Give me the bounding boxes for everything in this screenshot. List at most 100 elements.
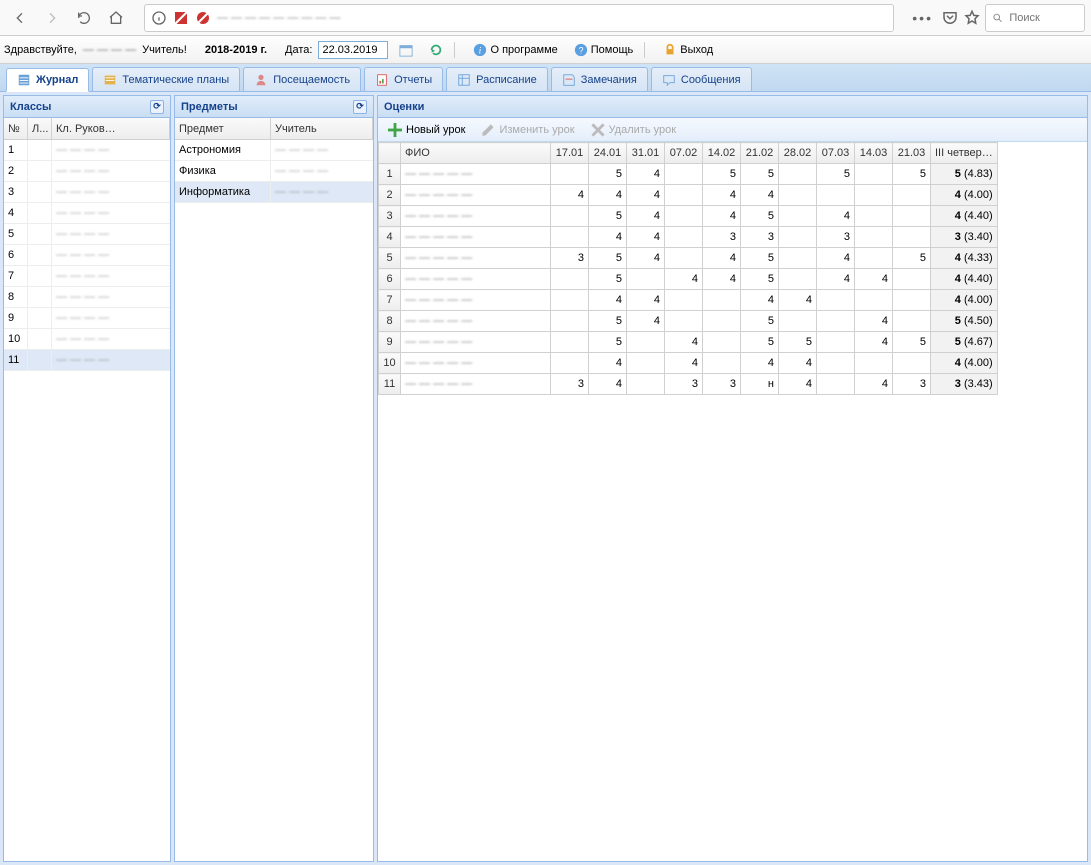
grade-cell[interactable]: 5	[589, 206, 627, 227]
tab-2[interactable]: Посещаемость	[243, 67, 361, 91]
grade-cell[interactable]: 3	[741, 227, 779, 248]
grade-row[interactable]: 6— — — — —5445444 (4.40)	[379, 269, 998, 290]
date-picker-button[interactable]	[394, 40, 418, 60]
subject-row[interactable]: Астрономия— — — —	[175, 140, 373, 161]
grade-cell[interactable]	[627, 332, 665, 353]
class-row[interactable]: 9— — — —	[4, 308, 170, 329]
grade-cell[interactable]	[893, 227, 931, 248]
grade-cell[interactable]: 5	[741, 332, 779, 353]
class-row[interactable]: 5— — — —	[4, 224, 170, 245]
grade-cell[interactable]	[551, 332, 589, 353]
grade-cell[interactable]: 4	[589, 185, 627, 206]
subject-row[interactable]: Физика— — — —	[175, 161, 373, 182]
grade-cell[interactable]	[551, 227, 589, 248]
col-date[interactable]: 07.03	[817, 143, 855, 164]
grade-cell[interactable]: 3	[703, 374, 741, 395]
col-date[interactable]: 28.02	[779, 143, 817, 164]
grade-cell[interactable]: 5	[893, 332, 931, 353]
tab-0[interactable]: Журнал	[6, 68, 89, 92]
grade-cell[interactable]	[551, 269, 589, 290]
new-lesson-button[interactable]: Новый урок	[384, 121, 469, 139]
grade-row[interactable]: 2— — — — —444444 (4.00)	[379, 185, 998, 206]
home-button[interactable]	[102, 4, 130, 32]
col-date[interactable]: 14.03	[855, 143, 893, 164]
col-number[interactable]: №	[4, 118, 28, 139]
grade-cell[interactable]	[893, 185, 931, 206]
grade-cell[interactable]: 4	[703, 185, 741, 206]
grade-cell[interactable]	[855, 164, 893, 185]
grade-cell[interactable]: 4	[627, 227, 665, 248]
grade-cell[interactable]	[817, 185, 855, 206]
grade-cell[interactable]: 4	[741, 185, 779, 206]
grade-cell[interactable]: 4	[627, 185, 665, 206]
grades-table-wrap[interactable]: ФИО17.0124.0131.0107.0214.0221.0228.0207…	[378, 142, 1087, 861]
grade-cell[interactable]	[779, 311, 817, 332]
grade-cell[interactable]: 5	[779, 332, 817, 353]
help-button[interactable]: ? Помощь	[569, 40, 639, 60]
grade-cell[interactable]: 3	[551, 248, 589, 269]
grade-cell[interactable]	[855, 206, 893, 227]
about-button[interactable]: i О программе	[468, 40, 562, 60]
col-date[interactable]: 17.01	[551, 143, 589, 164]
grade-cell[interactable]	[551, 353, 589, 374]
grade-cell[interactable]	[779, 269, 817, 290]
subject-row[interactable]: Информатика— — — —	[175, 182, 373, 203]
tab-6[interactable]: Сообщения	[651, 67, 752, 91]
grade-cell[interactable]	[893, 311, 931, 332]
grade-cell[interactable]	[855, 248, 893, 269]
grade-cell[interactable]	[665, 227, 703, 248]
grade-row[interactable]: 7— — — — —44444 (4.00)	[379, 290, 998, 311]
browser-search-box[interactable]	[985, 4, 1085, 32]
grade-cell[interactable]	[779, 227, 817, 248]
col-fio[interactable]: ФИО	[401, 143, 551, 164]
grade-cell[interactable]: 4	[589, 353, 627, 374]
grade-cell[interactable]: 4	[703, 206, 741, 227]
grade-cell[interactable]	[817, 332, 855, 353]
grade-cell[interactable]: 5	[589, 248, 627, 269]
grade-row[interactable]: 5— — — — —35445454 (4.33)	[379, 248, 998, 269]
col-teacher[interactable]: Кл. Руков…	[52, 118, 170, 139]
grade-cell[interactable]: 5	[589, 311, 627, 332]
col-date[interactable]: 14.02	[703, 143, 741, 164]
grade-cell[interactable]: 5	[817, 164, 855, 185]
grade-cell[interactable]: 3	[551, 374, 589, 395]
grade-cell[interactable]	[855, 185, 893, 206]
col-date[interactable]: 07.02	[665, 143, 703, 164]
grade-cell[interactable]	[779, 164, 817, 185]
grade-row[interactable]: 1— — — — —5455555 (4.83)	[379, 164, 998, 185]
grade-cell[interactable]: 4	[703, 248, 741, 269]
grade-cell[interactable]	[817, 311, 855, 332]
class-row[interactable]: 8— — — —	[4, 287, 170, 308]
grade-cell[interactable]	[665, 311, 703, 332]
grade-cell[interactable]: 4	[741, 353, 779, 374]
grade-cell[interactable]	[893, 353, 931, 374]
grade-cell[interactable]: 5	[893, 164, 931, 185]
grade-cell[interactable]: 4	[779, 374, 817, 395]
grade-cell[interactable]	[551, 164, 589, 185]
grade-cell[interactable]	[779, 185, 817, 206]
grade-cell[interactable]: 5	[741, 164, 779, 185]
grade-cell[interactable]: 4	[551, 185, 589, 206]
grade-cell[interactable]	[855, 290, 893, 311]
class-row[interactable]: 6— — — —	[4, 245, 170, 266]
browser-search-input[interactable]	[1007, 11, 1078, 25]
grade-cell[interactable]: 3	[893, 374, 931, 395]
back-button[interactable]	[6, 4, 34, 32]
grade-cell[interactable]: 4	[627, 206, 665, 227]
grade-cell[interactable]: 4	[855, 269, 893, 290]
grade-cell[interactable]: 4	[589, 374, 627, 395]
grade-cell[interactable]	[703, 353, 741, 374]
class-row[interactable]: 2— — — —	[4, 161, 170, 182]
grade-cell[interactable]: 4	[855, 332, 893, 353]
grade-cell[interactable]: 5	[703, 164, 741, 185]
reload-button[interactable]	[70, 4, 98, 32]
grade-cell[interactable]: 4	[817, 269, 855, 290]
date-input[interactable]	[318, 41, 388, 59]
site-info-icon[interactable]	[151, 10, 167, 26]
grade-row[interactable]: 9— — — — —5455455 (4.67)	[379, 332, 998, 353]
grade-cell[interactable]: 4	[817, 206, 855, 227]
grade-cell[interactable]: 5	[741, 248, 779, 269]
grade-cell[interactable]	[779, 206, 817, 227]
col-date[interactable]: 21.02	[741, 143, 779, 164]
grade-cell[interactable]: 3	[665, 374, 703, 395]
